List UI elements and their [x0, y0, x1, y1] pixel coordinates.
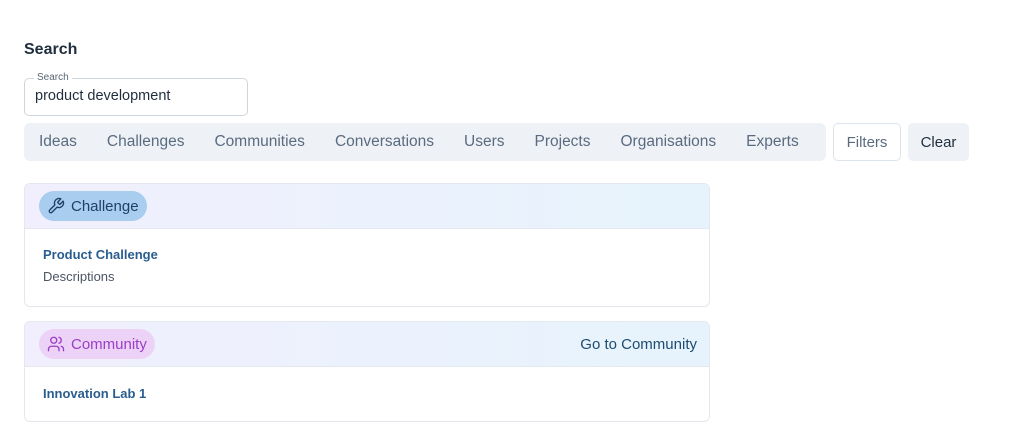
- community-title-link[interactable]: Innovation Lab 1: [43, 386, 709, 401]
- result-type-tabs: Ideas Challenges Communities Conversatio…: [24, 123, 826, 161]
- card-header: Community Go to Community: [25, 322, 709, 367]
- search-input[interactable]: [35, 88, 239, 104]
- tab-projects[interactable]: Projects: [535, 133, 591, 151]
- filters-button[interactable]: Filters: [833, 123, 901, 161]
- result-card-community: Community Go to Community Innovation Lab…: [24, 321, 710, 422]
- wrench-icon: [47, 197, 65, 215]
- tab-users[interactable]: Users: [464, 133, 504, 151]
- challenge-badge: Challenge: [39, 191, 147, 221]
- card-body: Innovation Lab 1: [25, 367, 709, 401]
- search-page: Search Search Ideas Challenges Communiti…: [0, 0, 1024, 422]
- go-to-community-link[interactable]: Go to Community: [580, 336, 697, 353]
- card-body: Product Challenge Descriptions: [25, 229, 709, 284]
- search-field[interactable]: Search: [24, 72, 248, 116]
- tab-ideas[interactable]: Ideas: [39, 133, 77, 151]
- tab-conversations[interactable]: Conversations: [335, 133, 434, 151]
- page-title: Search: [24, 41, 78, 58]
- clear-button[interactable]: Clear: [908, 123, 969, 161]
- tab-organisations[interactable]: Organisations: [621, 133, 717, 151]
- users-icon: [47, 335, 65, 353]
- challenge-title-link[interactable]: Product Challenge: [43, 247, 709, 262]
- tab-challenges[interactable]: Challenges: [107, 133, 185, 151]
- community-badge-label: Community: [71, 335, 147, 353]
- card-header: Challenge: [25, 184, 709, 229]
- search-field-label: Search: [34, 72, 72, 84]
- tab-experts[interactable]: Experts: [746, 133, 799, 151]
- result-card-challenge: Challenge Product Challenge Descriptions: [24, 183, 710, 307]
- tab-communities[interactable]: Communities: [214, 133, 304, 151]
- challenge-badge-label: Challenge: [71, 197, 139, 215]
- challenge-description: Descriptions: [43, 269, 115, 284]
- community-badge: Community: [39, 329, 155, 359]
